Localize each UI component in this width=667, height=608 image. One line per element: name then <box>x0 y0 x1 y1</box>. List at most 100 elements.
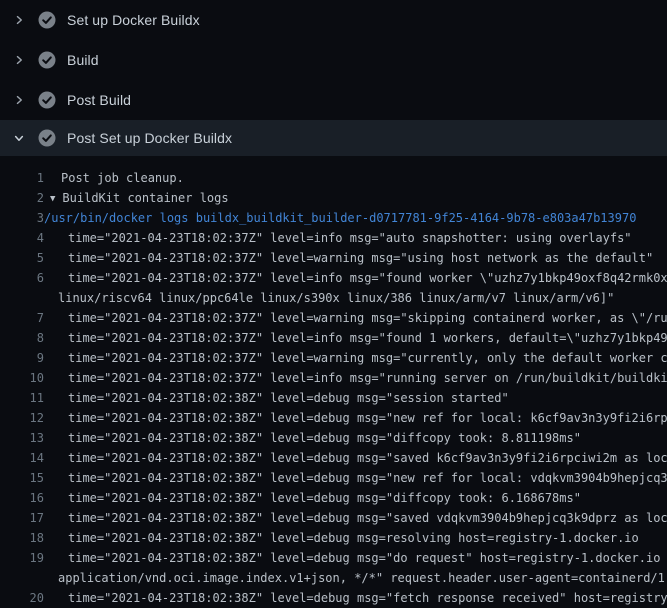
log-line-number[interactable]: 6 <box>0 268 44 288</box>
log-line-text: time="2021-04-23T18:02:37Z" level=info m… <box>44 268 667 288</box>
log-line: 1 Post job cleanup. <box>0 168 667 188</box>
log-line-number[interactable]: 12 <box>0 408 44 428</box>
log-line-number[interactable]: 19 <box>0 548 44 568</box>
log-line: application/vnd.oci.image.index.v1+json,… <box>0 568 667 588</box>
log-line-text: time="2021-04-23T18:02:38Z" level=debug … <box>44 388 509 408</box>
step-label: Post Set up Docker Buildx <box>67 130 232 146</box>
log-text: time="2021-04-23T18:02:38Z" level=debug … <box>68 491 581 505</box>
log-line-text: time="2021-04-23T18:02:38Z" level=debug … <box>44 408 667 428</box>
log-line-text: Post job cleanup. <box>44 168 184 188</box>
log-text: time="2021-04-23T18:02:37Z" level=warnin… <box>68 251 653 265</box>
step-label: Post Build <box>67 92 131 108</box>
log-text: time="2021-04-23T18:02:37Z" level=info m… <box>68 371 667 385</box>
log-line: 16 time="2021-04-23T18:02:38Z" level=deb… <box>0 488 667 508</box>
log-line-number[interactable]: 20 <box>0 588 44 608</box>
step-row[interactable]: Build <box>0 40 667 80</box>
step-row[interactable]: Post Set up Docker Buildx <box>0 120 667 156</box>
log-line-text: time="2021-04-23T18:02:38Z" level=debug … <box>44 548 667 568</box>
log-line: 18 time="2021-04-23T18:02:38Z" level=deb… <box>0 528 667 548</box>
log-line: 5 time="2021-04-23T18:02:37Z" level=warn… <box>0 248 667 268</box>
log-line: 7 time="2021-04-23T18:02:37Z" level=warn… <box>0 308 667 328</box>
log-line-number[interactable]: 18 <box>0 528 44 548</box>
log-line: 6 time="2021-04-23T18:02:37Z" level=info… <box>0 268 667 288</box>
log-text: time="2021-04-23T18:02:37Z" level=warnin… <box>68 351 667 365</box>
log-line: 4 time="2021-04-23T18:02:37Z" level=info… <box>0 228 667 248</box>
log-text: application/vnd.oci.image.index.v1+json,… <box>58 571 667 585</box>
log-line: 11 time="2021-04-23T18:02:38Z" level=deb… <box>0 388 667 408</box>
log-line-number[interactable]: 8 <box>0 328 44 348</box>
log-line-number[interactable]: 7 <box>0 308 44 328</box>
chevron-right-icon <box>12 93 26 107</box>
chevron-down-icon <box>12 131 26 145</box>
log-line: 13 time="2021-04-23T18:02:38Z" level=deb… <box>0 428 667 448</box>
log-line: 8 time="2021-04-23T18:02:37Z" level=info… <box>0 328 667 348</box>
log-line-text: ▼BuildKit container logs <box>44 188 229 208</box>
log-text: time="2021-04-23T18:02:37Z" level=warnin… <box>68 311 667 325</box>
log-text: time="2021-04-23T18:02:38Z" level=debug … <box>68 551 667 565</box>
log-line-text: time="2021-04-23T18:02:37Z" level=warnin… <box>44 348 667 368</box>
log-line-text: time="2021-04-23T18:02:37Z" level=info m… <box>44 228 632 248</box>
log-line-number[interactable] <box>0 288 44 308</box>
step-label: Set up Docker Buildx <box>67 12 200 28</box>
log-line: 12 time="2021-04-23T18:02:38Z" level=deb… <box>0 408 667 428</box>
log-line: linux/riscv64 linux/ppc64le linux/s390x … <box>0 288 667 308</box>
log-line-number[interactable]: 1 <box>0 168 44 188</box>
check-circle-icon <box>38 11 56 29</box>
group-toggle-icon[interactable]: ▼ <box>50 189 62 208</box>
log-text: linux/riscv64 linux/ppc64le linux/s390x … <box>58 291 614 305</box>
log-line-number[interactable] <box>0 568 44 588</box>
log-text: time="2021-04-23T18:02:37Z" level=info m… <box>68 331 667 345</box>
log-text: time="2021-04-23T18:02:37Z" level=info m… <box>68 271 667 285</box>
log-line-text: time="2021-04-23T18:02:37Z" level=warnin… <box>44 248 653 268</box>
log-line-number[interactable]: 10 <box>0 368 44 388</box>
step-row[interactable]: Set up Docker Buildx <box>0 0 667 40</box>
log-line: 19 time="2021-04-23T18:02:38Z" level=deb… <box>0 548 667 568</box>
log-line-number[interactable]: 4 <box>0 228 44 248</box>
log-text: time="2021-04-23T18:02:37Z" level=info m… <box>68 231 632 245</box>
log-line-number[interactable]: 16 <box>0 488 44 508</box>
log-line-number[interactable]: 17 <box>0 508 44 528</box>
log-line-text: time="2021-04-23T18:02:38Z" level=debug … <box>44 448 667 468</box>
log-line-number[interactable]: 9 <box>0 348 44 368</box>
log-line-text: linux/riscv64 linux/ppc64le linux/s390x … <box>44 288 614 308</box>
chevron-right-icon <box>12 13 26 27</box>
log-line: 14 time="2021-04-23T18:02:38Z" level=deb… <box>0 448 667 468</box>
log-text: time="2021-04-23T18:02:38Z" level=debug … <box>68 391 509 405</box>
log-line: 2 ▼BuildKit container logs <box>0 188 667 208</box>
steps-list: Set up Docker Buildx Build Post Build <box>0 0 667 156</box>
log-line-text: time="2021-04-23T18:02:37Z" level=info m… <box>44 328 667 348</box>
log-line-text: application/vnd.oci.image.index.v1+json,… <box>44 568 667 588</box>
log-line-number[interactable]: 15 <box>0 468 44 488</box>
log-line: 3 /usr/bin/docker logs buildx_buildkit_b… <box>0 208 667 228</box>
log-text: Post job cleanup. <box>61 171 184 185</box>
log-text: time="2021-04-23T18:02:38Z" level=debug … <box>68 591 667 605</box>
log-line: 15 time="2021-04-23T18:02:38Z" level=deb… <box>0 468 667 488</box>
log-line-text: time="2021-04-23T18:02:38Z" level=debug … <box>44 488 581 508</box>
log-line-text: time="2021-04-23T18:02:38Z" level=debug … <box>44 468 667 488</box>
log-line-number[interactable]: 5 <box>0 248 44 268</box>
log-viewer: 1 Post job cleanup. 2 ▼BuildKit containe… <box>0 156 667 608</box>
check-circle-icon <box>38 51 56 69</box>
check-circle-icon <box>38 91 56 109</box>
log-line-number[interactable]: 13 <box>0 428 44 448</box>
log-line-text: time="2021-04-23T18:02:37Z" level=warnin… <box>44 308 667 328</box>
check-circle-icon <box>38 129 56 147</box>
step-row[interactable]: Post Build <box>0 80 667 120</box>
log-line-number[interactable]: 11 <box>0 388 44 408</box>
log-text: time="2021-04-23T18:02:38Z" level=debug … <box>68 431 581 445</box>
log-text: time="2021-04-23T18:02:38Z" level=debug … <box>68 471 667 485</box>
log-line-text: time="2021-04-23T18:02:38Z" level=debug … <box>44 528 639 548</box>
log-text: /usr/bin/docker logs buildx_buildkit_bui… <box>44 211 636 225</box>
log-line-number[interactable]: 2 <box>0 188 44 208</box>
log-text: time="2021-04-23T18:02:38Z" level=debug … <box>68 451 667 465</box>
log-line-text: /usr/bin/docker logs buildx_buildkit_bui… <box>44 208 636 228</box>
log-line-text: time="2021-04-23T18:02:38Z" level=debug … <box>44 428 581 448</box>
chevron-right-icon <box>12 53 26 67</box>
log-line-number[interactable]: 3 <box>0 208 44 228</box>
log-text: time="2021-04-23T18:02:38Z" level=debug … <box>68 511 667 525</box>
step-label: Build <box>67 52 99 68</box>
log-text: time="2021-04-23T18:02:38Z" level=debug … <box>68 531 639 545</box>
log-line-text: time="2021-04-23T18:02:38Z" level=debug … <box>44 588 667 608</box>
log-line-number[interactable]: 14 <box>0 448 44 468</box>
log-text: time="2021-04-23T18:02:38Z" level=debug … <box>68 411 667 425</box>
